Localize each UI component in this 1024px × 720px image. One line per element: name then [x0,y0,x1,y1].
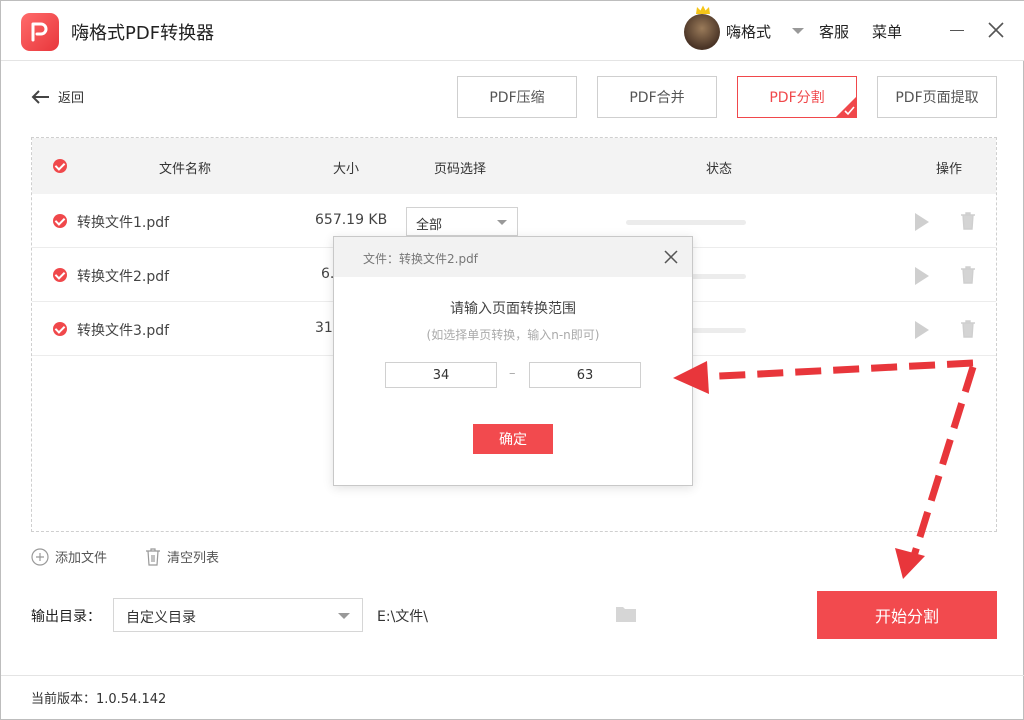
folder-icon[interactable] [616,605,636,622]
app-window: 嗨格式PDF转换器 嗨格式 客服 菜单 返回 PDF压缩 PDF合并 PDF分割… [0,0,1024,720]
play-icon[interactable] [915,321,929,339]
dialog-hint: (如选择单页转换，输入n-n即可) [426,328,600,342]
title-bar: 嗨格式PDF转换器 嗨格式 客服 菜单 [1,1,1024,61]
header-actions: 操作 [936,162,963,177]
file-name: 转换文件3.pdf [77,323,170,339]
start-split-button[interactable]: 开始分割 [817,591,997,639]
arrowhead-down-icon [895,548,925,579]
add-file-label: 添加文件 [55,551,108,566]
row-checkbox[interactable] [53,214,67,228]
output-dir-value: 自定义目录 [126,610,196,626]
tab-label: PDF压缩 [489,90,545,106]
back-button[interactable]: 返回 [30,87,84,106]
range-separator: – [509,366,516,381]
header-file-name: 文件名称 [159,162,212,177]
tab-label: PDF合并 [629,90,685,106]
app-title: 嗨格式PDF转换器 [71,23,215,44]
output-path: E:\文件\ [377,609,428,625]
tab-pdf-merge[interactable]: PDF合并 [597,76,717,118]
tab-label: PDF页面提取 [895,90,979,106]
header-status: 状态 [706,162,733,177]
arrow-left-icon [31,89,49,104]
selected-check-icon [835,96,857,118]
chevron-down-icon [338,613,350,619]
file-size: 657.19 KB [315,212,388,228]
trash-icon [146,547,160,566]
menu-link[interactable]: 菜单 [872,21,902,42]
page-range-dialog: 文件：转换文件2.pdf 请输入页面转换范围 (如选择单页转换，输入n-n即可)… [333,236,693,486]
clear-list-label: 清空列表 [167,551,220,566]
file-name: 转换文件2.pdf [77,269,170,285]
clear-list-button[interactable]: 清空列表 [145,547,219,566]
range-start-input[interactable] [385,362,497,388]
play-icon[interactable] [915,267,929,285]
progress-bar [626,220,746,225]
trash-icon[interactable] [960,320,976,338]
header-size: 大小 [333,162,360,177]
support-link[interactable]: 客服 [819,21,849,42]
page-select-value: 全部 [416,218,443,233]
tab-pdf-compress[interactable]: PDF压缩 [457,76,577,118]
avatar[interactable] [684,14,720,50]
header-page-select: 页码选择 [434,162,487,177]
table-header: 文件名称 大小 页码选择 状态 操作 [32,138,996,194]
page-select-dropdown[interactable]: 全部 [406,207,518,236]
minimize-icon[interactable] [950,30,964,31]
confirm-button[interactable]: 确定 [473,424,553,454]
dialog-file-name: 文件：转换文件2.pdf [363,252,478,266]
add-file-button[interactable]: 添加文件 [31,547,107,566]
username[interactable]: 嗨格式 [726,21,771,42]
range-end-input[interactable] [529,362,641,388]
plus-circle-icon [31,547,49,566]
output-dir-label: 输出目录： [31,609,101,625]
row-checkbox[interactable] [53,322,67,336]
close-icon[interactable] [664,250,678,264]
chevron-down-icon [497,220,507,225]
back-label: 返回 [58,91,85,106]
close-icon[interactable] [987,21,1005,39]
dialog-title: 请输入页面转换范围 [450,301,576,317]
file-name: 转换文件1.pdf [77,215,170,231]
version-text: 当前版本：1.0.54.142 [31,692,167,707]
app-logo-icon [21,13,59,51]
tab-label: PDF分割 [769,90,825,106]
play-icon[interactable] [915,213,929,231]
row-checkbox[interactable] [53,268,67,282]
output-dir-select[interactable]: 自定义目录 [113,598,363,632]
trash-icon[interactable] [960,212,976,230]
trash-icon[interactable] [960,266,976,284]
tab-pdf-page-extract[interactable]: PDF页面提取 [877,76,997,118]
chevron-down-icon[interactable] [792,28,804,34]
dialog-header: 文件：转换文件2.pdf [334,237,692,277]
tab-pdf-split[interactable]: PDF分割 [737,76,857,118]
select-all-checkbox[interactable] [53,159,67,173]
